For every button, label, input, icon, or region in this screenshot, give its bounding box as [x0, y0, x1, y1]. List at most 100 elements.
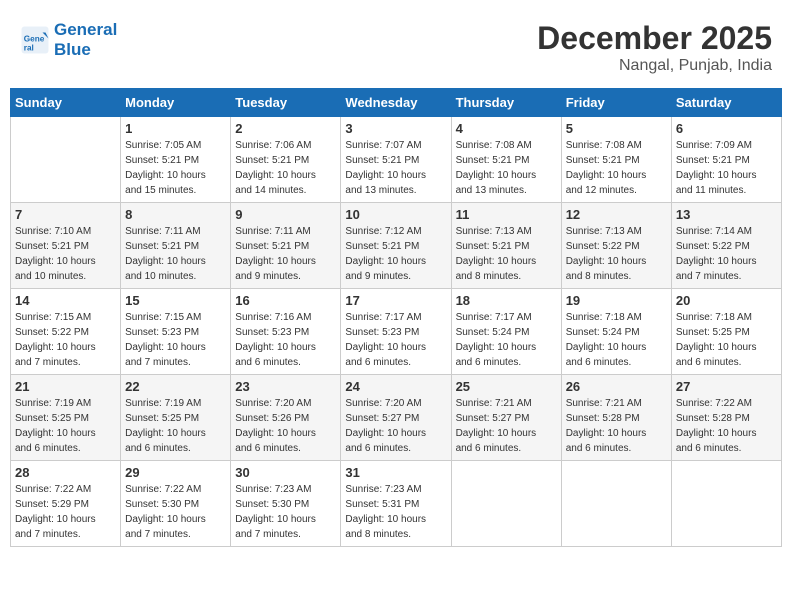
- weekday-header-sunday: Sunday: [11, 89, 121, 117]
- day-info: Sunrise: 7:07 AMSunset: 5:21 PMDaylight:…: [345, 138, 446, 198]
- logo-line2: Blue: [54, 40, 91, 59]
- calendar-cell: [11, 117, 121, 203]
- weekday-header-friday: Friday: [561, 89, 671, 117]
- day-info: Sunrise: 7:14 AMSunset: 5:22 PMDaylight:…: [676, 224, 777, 284]
- calendar-cell: 22 Sunrise: 7:19 AMSunset: 5:25 PMDayligh…: [121, 375, 231, 461]
- svg-text:ral: ral: [24, 44, 34, 53]
- calendar-cell: [671, 461, 781, 547]
- day-info: Sunrise: 7:09 AMSunset: 5:21 PMDaylight:…: [676, 138, 777, 198]
- logo-line1: General: [54, 20, 117, 39]
- calendar-cell: [451, 461, 561, 547]
- calendar-cell: 29 Sunrise: 7:22 AMSunset: 5:30 PMDayligh…: [121, 461, 231, 547]
- day-info: Sunrise: 7:19 AMSunset: 5:25 PMDaylight:…: [125, 396, 226, 456]
- location: Nangal, Punjab, India: [537, 57, 772, 75]
- calendar-body: 1 Sunrise: 7:05 AMSunset: 5:21 PMDaylight…: [11, 117, 782, 547]
- day-number: 1: [125, 121, 226, 136]
- day-number: 23: [235, 379, 336, 394]
- day-number: 22: [125, 379, 226, 394]
- day-info: Sunrise: 7:05 AMSunset: 5:21 PMDaylight:…: [125, 138, 226, 198]
- calendar-cell: 20 Sunrise: 7:18 AMSunset: 5:25 PMDayligh…: [671, 289, 781, 375]
- day-number: 27: [676, 379, 777, 394]
- day-number: 6: [676, 121, 777, 136]
- calendar-cell: 21Sunrise: 7:19 AMSunset: 5:25 PMDayligh…: [11, 375, 121, 461]
- day-number: 14: [15, 293, 116, 308]
- calendar-cell: 28 Sunrise: 7:22 AMSunset: 5:29 PMDayligh…: [11, 461, 121, 547]
- day-info: Sunrise: 7:23 AMSunset: 5:31 PMDaylight:…: [345, 482, 446, 542]
- day-number: 28: [15, 465, 116, 480]
- calendar-table: SundayMondayTuesdayWednesdayThursdayFrid…: [10, 88, 782, 547]
- day-number: 21: [15, 379, 116, 394]
- day-number: 20: [676, 293, 777, 308]
- calendar-cell: 6 Sunrise: 7:09 AMSunset: 5:21 PMDaylight…: [671, 117, 781, 203]
- weekday-header-monday: Monday: [121, 89, 231, 117]
- day-info: Sunrise: 7:18 AMSunset: 5:24 PMDaylight:…: [566, 310, 667, 370]
- day-info: Sunrise: 7:08 AMSunset: 5:21 PMDaylight:…: [456, 138, 557, 198]
- day-info: Sunrise: 7:13 AMSunset: 5:21 PMDaylight:…: [456, 224, 557, 284]
- day-info: Sunrise: 7:18 AMSunset: 5:25 PMDaylight:…: [676, 310, 777, 370]
- calendar-cell: 24Sunrise: 7:20 AMSunset: 5:27 PMDayligh…: [341, 375, 451, 461]
- logo: Gene ral General Blue: [20, 20, 117, 61]
- day-number: 19: [566, 293, 667, 308]
- day-info: Sunrise: 7:17 AMSunset: 5:24 PMDaylight:…: [456, 310, 557, 370]
- calendar-cell: 3 Sunrise: 7:07 AMSunset: 5:21 PMDaylight…: [341, 117, 451, 203]
- day-number: 18: [456, 293, 557, 308]
- day-number: 3: [345, 121, 446, 136]
- day-info: Sunrise: 7:22 AMSunset: 5:30 PMDaylight:…: [125, 482, 226, 542]
- calendar-cell: 8Sunrise: 7:11 AMSunset: 5:21 PMDaylight…: [121, 203, 231, 289]
- calendar-cell: 19 Sunrise: 7:18 AMSunset: 5:24 PMDayligh…: [561, 289, 671, 375]
- day-number: 8: [125, 207, 226, 222]
- weekday-header-row: SundayMondayTuesdayWednesdayThursdayFrid…: [11, 89, 782, 117]
- calendar-cell: 30 Sunrise: 7:23 AMSunset: 5:30 PMDayligh…: [231, 461, 341, 547]
- day-number: 5: [566, 121, 667, 136]
- day-number: 29: [125, 465, 226, 480]
- day-number: 16: [235, 293, 336, 308]
- day-info: Sunrise: 7:08 AMSunset: 5:21 PMDaylight:…: [566, 138, 667, 198]
- day-info: Sunrise: 7:15 AMSunset: 5:23 PMDaylight:…: [125, 310, 226, 370]
- day-info: Sunrise: 7:22 AMSunset: 5:29 PMDaylight:…: [15, 482, 116, 542]
- day-info: Sunrise: 7:17 AMSunset: 5:23 PMDaylight:…: [345, 310, 446, 370]
- weekday-header-saturday: Saturday: [671, 89, 781, 117]
- day-info: Sunrise: 7:22 AMSunset: 5:28 PMDaylight:…: [676, 396, 777, 456]
- calendar-cell: [561, 461, 671, 547]
- day-info: Sunrise: 7:23 AMSunset: 5:30 PMDaylight:…: [235, 482, 336, 542]
- day-number: 12: [566, 207, 667, 222]
- calendar-cell: 13 Sunrise: 7:14 AMSunset: 5:22 PMDayligh…: [671, 203, 781, 289]
- calendar-cell: 27 Sunrise: 7:22 AMSunset: 5:28 PMDayligh…: [671, 375, 781, 461]
- day-number: 13: [676, 207, 777, 222]
- day-number: 2: [235, 121, 336, 136]
- calendar-cell: 26 Sunrise: 7:21 AMSunset: 5:28 PMDayligh…: [561, 375, 671, 461]
- day-number: 26: [566, 379, 667, 394]
- day-number: 7: [15, 207, 116, 222]
- day-info: Sunrise: 7:20 AMSunset: 5:26 PMDaylight:…: [235, 396, 336, 456]
- calendar-cell: 7Sunrise: 7:10 AMSunset: 5:21 PMDaylight…: [11, 203, 121, 289]
- day-info: Sunrise: 7:13 AMSunset: 5:22 PMDaylight:…: [566, 224, 667, 284]
- calendar-cell: 1 Sunrise: 7:05 AMSunset: 5:21 PMDaylight…: [121, 117, 231, 203]
- calendar-cell: 12 Sunrise: 7:13 AMSunset: 5:22 PMDayligh…: [561, 203, 671, 289]
- calendar-cell: 31Sunrise: 7:23 AMSunset: 5:31 PMDayligh…: [341, 461, 451, 547]
- calendar-cell: 25Sunrise: 7:21 AMSunset: 5:27 PMDayligh…: [451, 375, 561, 461]
- title-area: December 2025 Nangal, Punjab, India: [537, 20, 772, 75]
- day-info: Sunrise: 7:21 AMSunset: 5:28 PMDaylight:…: [566, 396, 667, 456]
- weekday-header-tuesday: Tuesday: [231, 89, 341, 117]
- logo-icon: Gene ral: [20, 25, 50, 55]
- calendar-cell: 9Sunrise: 7:11 AMSunset: 5:21 PMDaylight…: [231, 203, 341, 289]
- weekday-header-wednesday: Wednesday: [341, 89, 451, 117]
- calendar-week-3: 21 Sunrise: 7:19 AMSunset: 5:25 PMDayligh…: [11, 375, 782, 461]
- svg-text:Gene: Gene: [24, 35, 45, 44]
- day-number: 17: [345, 293, 446, 308]
- calendar-cell: 23 Sunrise: 7:20 AMSunset: 5:26 PMDayligh…: [231, 375, 341, 461]
- page-header: Gene ral General Blue December 2025 Nang…: [10, 10, 782, 80]
- day-number: 15: [125, 293, 226, 308]
- calendar-cell: 4Sunrise: 7:08 AMSunset: 5:21 PMDaylight…: [451, 117, 561, 203]
- calendar-cell: 18 Sunrise: 7:17 AMSunset: 5:24 PMDayligh…: [451, 289, 561, 375]
- day-number: 25: [456, 379, 557, 394]
- day-info: Sunrise: 7:15 AMSunset: 5:22 PMDaylight:…: [15, 310, 116, 370]
- calendar-week-1: 7Sunrise: 7:10 AMSunset: 5:21 PMDaylight…: [11, 203, 782, 289]
- calendar-cell: 14 Sunrise: 7:15 AMSunset: 5:22 PMDayligh…: [11, 289, 121, 375]
- day-number: 30: [235, 465, 336, 480]
- calendar-week-0: 1 Sunrise: 7:05 AMSunset: 5:21 PMDaylight…: [11, 117, 782, 203]
- calendar-cell: 10Sunrise: 7:12 AMSunset: 5:21 PMDayligh…: [341, 203, 451, 289]
- calendar-cell: 11Sunrise: 7:13 AMSunset: 5:21 PMDayligh…: [451, 203, 561, 289]
- day-info: Sunrise: 7:06 AMSunset: 5:21 PMDaylight:…: [235, 138, 336, 198]
- calendar-week-2: 14 Sunrise: 7:15 AMSunset: 5:22 PMDayligh…: [11, 289, 782, 375]
